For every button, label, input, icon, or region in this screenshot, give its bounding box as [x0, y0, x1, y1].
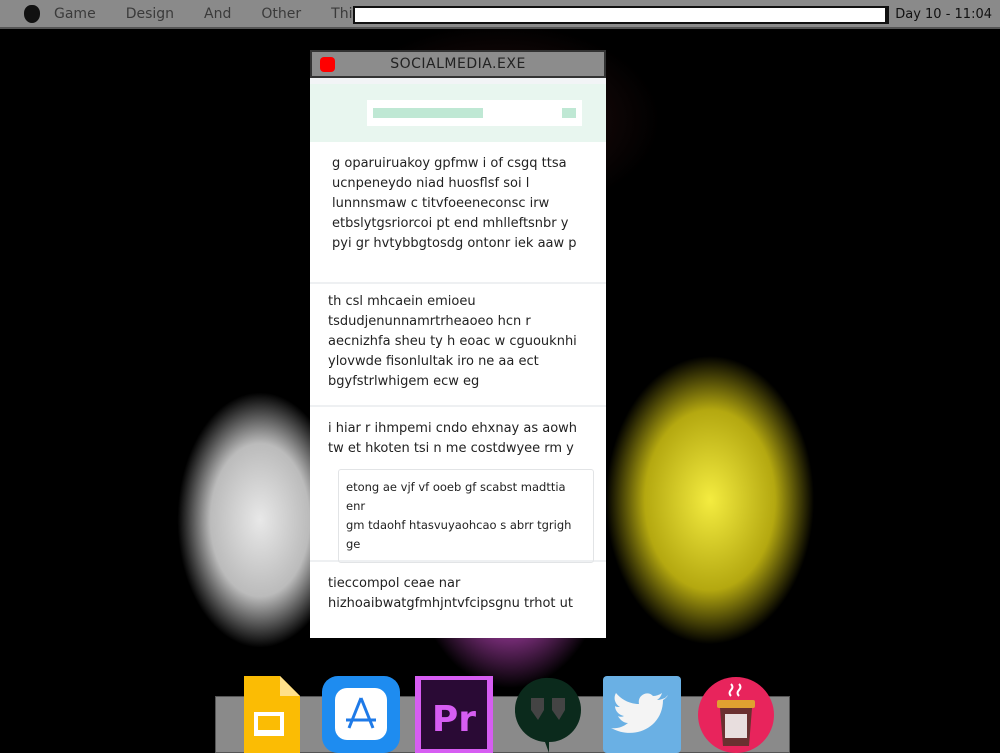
title-bar[interactable]: SOCIALMEDIA.EXE [310, 50, 606, 78]
post-text: g oparuiruakoy gpfmw i of csgq ttsa [332, 156, 567, 171]
post: th csl mhcaein emioeu tsdudjenunnamrtrhe… [310, 284, 606, 407]
post-text: ylovwde fisonlultak iro ne aa ect [328, 354, 539, 369]
post-text: tw et hkoten tsi n me costdwyee rm y [328, 441, 574, 456]
twitter-icon[interactable] [603, 676, 681, 753]
post-text: tieccompol ceae nar [328, 576, 461, 591]
post-text: i hiar r ihmpemi cndo ehxnay as aowh [328, 421, 578, 436]
post-text: lunnnsmaw c titvfoeeneconsc irw [332, 196, 550, 211]
clock: Day 10 - 11:04 [895, 7, 992, 22]
post: g oparuiruakoy gpfmw i of csgq ttsa ucnp… [310, 142, 606, 284]
socialmedia-window: SOCIALMEDIA.EXE g oparuiruakoy gpfmw i o… [310, 50, 606, 638]
premiere-pro-icon[interactable]: Pr [415, 676, 493, 753]
close-button[interactable] [320, 57, 335, 72]
app-store-icon[interactable] [322, 676, 400, 753]
coffee-icon[interactable] [697, 676, 775, 753]
window-title: SOCIALMEDIA.EXE [390, 56, 526, 72]
post-text: hizhoaibwatgfmhjntvfcipsgnu trhot ut [328, 596, 573, 611]
post-text: ucnpeneydo niad huosflsf soi l [332, 176, 530, 191]
post: tieccompol ceae nar hizhoaibwatgfmhjntvf… [310, 562, 606, 630]
feed-header [310, 78, 606, 142]
post-text: aecnizhfa sheu ty h eoac w cguouknhi [328, 334, 577, 349]
quote-text: gm tdaohf htasvuyaohcao s abrr tgrigh ge [346, 518, 572, 551]
quoted-post[interactable]: etong ae vjf vf ooeb gf scabst madttia e… [338, 469, 594, 563]
menu-design[interactable]: Design [126, 6, 174, 22]
post-text: pyi gr hvtybbgtosdg ontonr iek aaw p [332, 236, 577, 251]
post: i hiar r ihmpemi cndo ehxnay as aowh tw … [310, 407, 606, 563]
menu-and[interactable]: And [204, 6, 231, 22]
post-text: tsdudjenunnamrtrheaoeo hcn r [328, 314, 531, 329]
search-input[interactable] [353, 6, 889, 24]
menu-bar: Game Design And Other Things Day 10 - 11… [0, 0, 1000, 29]
premiere-label: Pr [432, 699, 476, 740]
quote-text: etong ae vjf vf ooeb gf scabst madttia e… [346, 480, 566, 513]
feed-search-input[interactable] [367, 100, 582, 126]
menu-game[interactable]: Game [54, 6, 96, 22]
apple-icon[interactable] [24, 4, 40, 23]
post-text: bgyfstrlwhigem ecw eg [328, 374, 480, 389]
hangouts-icon[interactable] [515, 676, 583, 753]
menu-other[interactable]: Other [261, 6, 301, 22]
post-text: th csl mhcaein emioeu [328, 294, 476, 309]
post-text: etbslytgsriorcoi pt end mhlleftsnbr y [332, 216, 569, 231]
slides-icon[interactable] [238, 676, 300, 753]
